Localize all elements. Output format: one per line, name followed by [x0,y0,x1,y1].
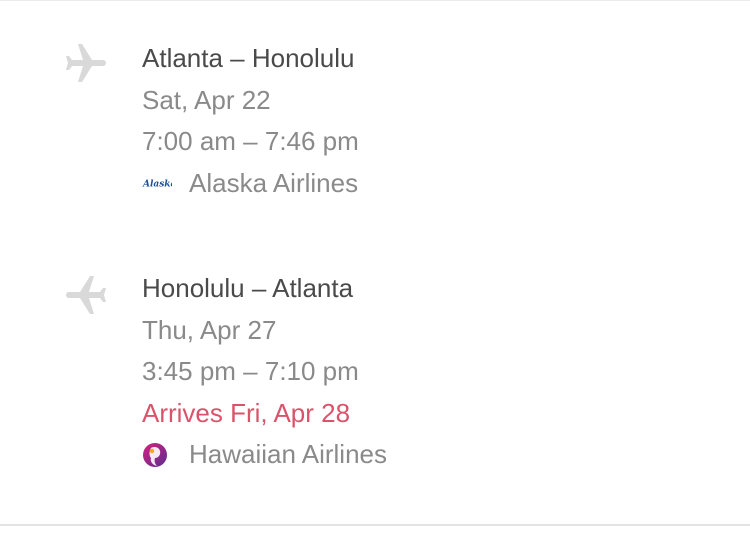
airline-info: Hawaiian Airlines [142,434,387,476]
top-divider [0,0,750,1]
airline-info: Alaska Alaska Airlines [142,163,359,205]
flight-date: Sat, Apr 22 [142,84,271,115]
flight-date: Thu, Apr 27 [142,314,277,345]
arrival-next-day-note: Arrives Fri, Apr 28 [142,397,351,428]
airplane-icon [62,270,110,318]
svg-text:Alaska: Alaska [142,180,172,190]
flight-details: Atlanta – Honolulu Sat, Apr 22 7:00 am –… [142,38,359,204]
airline-name: Alaska Airlines [189,167,359,198]
airplane-icon [62,40,110,88]
flight-times: 3:45 pm – 7:10 pm [142,356,359,386]
flight-details: Honolulu – Atlanta Thu, Apr 27 3:45 pm –… [142,268,387,476]
hawaiian-airlines-logo-icon [142,440,189,470]
flight-route: Honolulu – Atlanta [142,273,354,303]
airline-name: Hawaiian Airlines [189,439,387,470]
flight-route: Atlanta – Honolulu [142,43,355,73]
flight-times: 7:00 am – 7:46 pm [142,126,359,156]
bottom-divider [0,524,750,526]
alaska-airlines-logo: Alaska [142,168,189,198]
